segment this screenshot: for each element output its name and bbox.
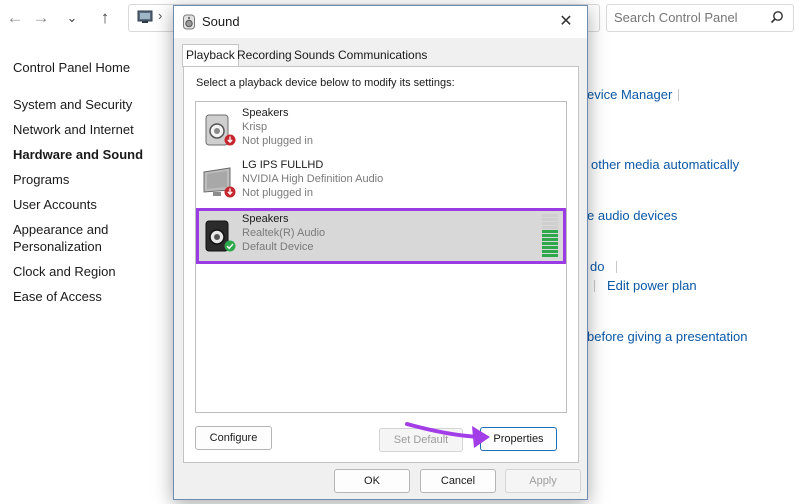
unplugged-badge-icon xyxy=(224,186,236,198)
close-icon[interactable]: ✕ xyxy=(555,11,577,33)
link-separator xyxy=(678,89,679,101)
device-status: Default Device xyxy=(242,241,314,253)
control-panel-sidebar: Control Panel Home System and Security N… xyxy=(13,60,173,313)
sidebar-item-user-accounts[interactable]: User Accounts xyxy=(13,196,173,213)
sidebar-item-appearance[interactable]: Appearance and Personalization xyxy=(13,221,113,255)
sound-dialog: Sound ✕ Playback Recording Sounds Commun… xyxy=(173,5,588,500)
apply-button[interactable]: Apply xyxy=(505,469,581,493)
sidebar-item-system-security[interactable]: System and Security xyxy=(13,96,173,113)
device-status: Not plugged in xyxy=(242,135,313,147)
device-manager-link[interactable]: evice Manager xyxy=(587,87,672,102)
search-input[interactable]: Search Control Panel xyxy=(606,4,794,32)
link-separator xyxy=(594,280,595,292)
device-status: Not plugged in xyxy=(242,187,313,199)
link-separator xyxy=(616,261,617,273)
sidebar-item-programs[interactable]: Programs xyxy=(13,171,173,188)
up-arrow-icon[interactable]: ↑ xyxy=(94,8,116,28)
device-name: Speakers xyxy=(242,107,289,119)
presentation-settings-link[interactable]: before giving a presentation xyxy=(587,329,747,344)
recent-locations-chevron-icon[interactable]: ⌄ xyxy=(61,8,83,28)
tab-communications[interactable]: Communications xyxy=(334,44,431,67)
set-default-button[interactable]: Set Default xyxy=(379,428,463,452)
unplugged-badge-icon xyxy=(224,134,236,146)
configure-button[interactable]: Configure xyxy=(195,426,272,450)
tab-recording[interactable]: Recording xyxy=(233,44,296,67)
search-icon[interactable] xyxy=(770,10,784,24)
sound-speaker-icon xyxy=(183,14,195,30)
device-driver: Krisp xyxy=(242,121,268,133)
play-media-automatically-link[interactable]: other media automatically xyxy=(591,157,739,172)
breadcrumb-chevron-icon: › xyxy=(158,8,163,23)
list-item[interactable]: LG IPS FULLHD NVIDIA High Definition Aud… xyxy=(198,156,564,208)
dialog-title: Sound xyxy=(202,14,240,29)
forward-arrow-icon[interactable]: → xyxy=(30,8,52,28)
tab-playback[interactable]: Playback xyxy=(182,44,239,68)
device-name: LG IPS FULLHD xyxy=(242,159,324,171)
list-item[interactable]: Speakers Krisp Not plugged in xyxy=(198,104,564,156)
properties-button[interactable]: Properties xyxy=(480,427,557,451)
default-device-check-icon xyxy=(224,240,236,252)
playback-instruction: Select a playback device below to modify… xyxy=(196,77,455,89)
power-button-link[interactable]: do xyxy=(590,259,604,274)
manage-audio-devices-link[interactable]: e audio devices xyxy=(587,208,677,223)
device-name: Speakers xyxy=(242,213,289,225)
back-arrow-icon[interactable]: ← xyxy=(4,8,26,28)
control-panel-home-link[interactable]: Control Panel Home xyxy=(13,60,173,75)
volume-level-meter xyxy=(542,214,558,257)
device-driver: Realtek(R) Audio xyxy=(242,227,326,239)
sidebar-item-clock-region[interactable]: Clock and Region xyxy=(13,263,173,280)
sidebar-item-ease-of-access[interactable]: Ease of Access xyxy=(13,288,173,305)
list-item-selected[interactable]: Speakers Realtek(R) Audio Default Device xyxy=(196,208,566,264)
control-panel-icon xyxy=(137,10,153,23)
sidebar-item-network-internet[interactable]: Network and Internet xyxy=(13,121,173,138)
search-placeholder: Search Control Panel xyxy=(614,10,738,25)
cancel-button[interactable]: Cancel xyxy=(420,469,496,493)
ok-button[interactable]: OK xyxy=(334,469,410,493)
sidebar-item-hardware-sound[interactable]: Hardware and Sound xyxy=(13,146,173,163)
device-driver: NVIDIA High Definition Audio xyxy=(242,173,384,185)
edit-power-plan-link[interactable]: Edit power plan xyxy=(607,278,697,293)
playback-tab-panel: Select a playback device below to modify… xyxy=(183,66,579,463)
tab-sounds[interactable]: Sounds xyxy=(290,44,339,67)
dialog-title-bar[interactable]: Sound ✕ xyxy=(174,6,587,38)
playback-device-list[interactable]: Speakers Krisp Not plugged in LG IPS FUL… xyxy=(195,101,567,413)
